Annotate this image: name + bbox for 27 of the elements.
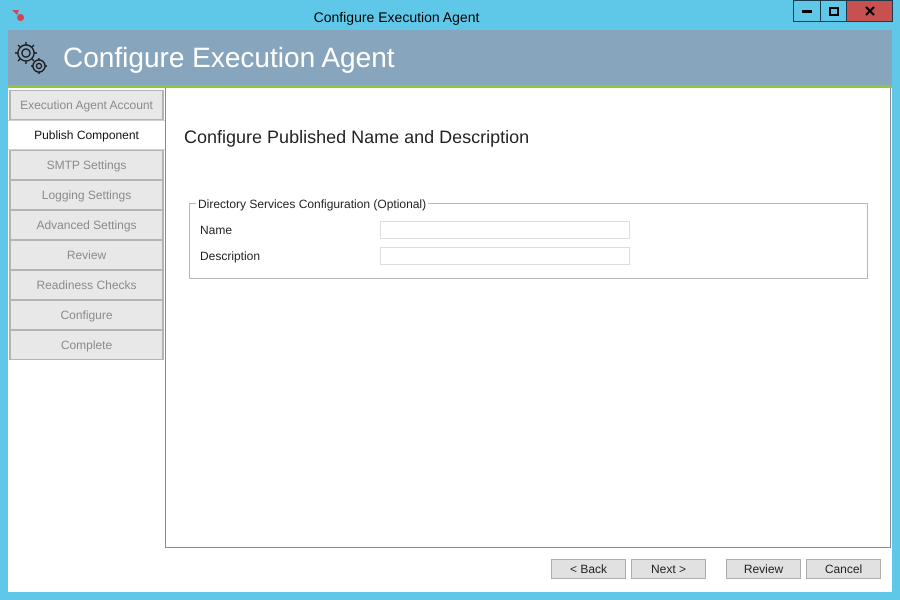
field-label: Description: [200, 248, 262, 265]
minimize-icon: [802, 10, 812, 12]
step-tab[interactable]: Configure: [9, 300, 164, 330]
maximize-icon: [828, 6, 838, 16]
dialog-button[interactable]: Next >: [631, 558, 706, 578]
field-label: Name: [200, 222, 234, 239]
step-tab[interactable]: Readiness Checks: [9, 270, 164, 300]
minimize-button[interactable]: [793, 0, 821, 22]
app-icon: [11, 8, 25, 22]
dialog-button[interactable]: Review: [726, 558, 801, 578]
close-button[interactable]: [847, 0, 893, 22]
step-tab[interactable]: Publish Component: [8, 120, 165, 150]
step-tab[interactable]: Logging Settings: [9, 180, 164, 210]
step-tab[interactable]: Complete: [9, 330, 164, 360]
step-tab[interactable]: Execution Agent Account: [9, 90, 164, 120]
page-heading: Configure Published Name and Description: [184, 126, 530, 149]
input-field[interactable]: [380, 247, 630, 265]
dialog-button[interactable]: Cancel: [806, 558, 881, 578]
input-field[interactable]: [380, 221, 630, 239]
header-title: Configure Execution Agent: [63, 40, 395, 75]
dialog-button[interactable]: < Back: [551, 558, 626, 578]
close-icon: [864, 6, 874, 16]
step-tab[interactable]: Advanced Settings: [9, 210, 164, 240]
window-title: Configure Execution Agent: [314, 8, 480, 27]
step-tab[interactable]: Review: [9, 240, 164, 270]
step-tab[interactable]: SMTP Settings: [9, 150, 164, 180]
gears-icon: [13, 40, 49, 76]
